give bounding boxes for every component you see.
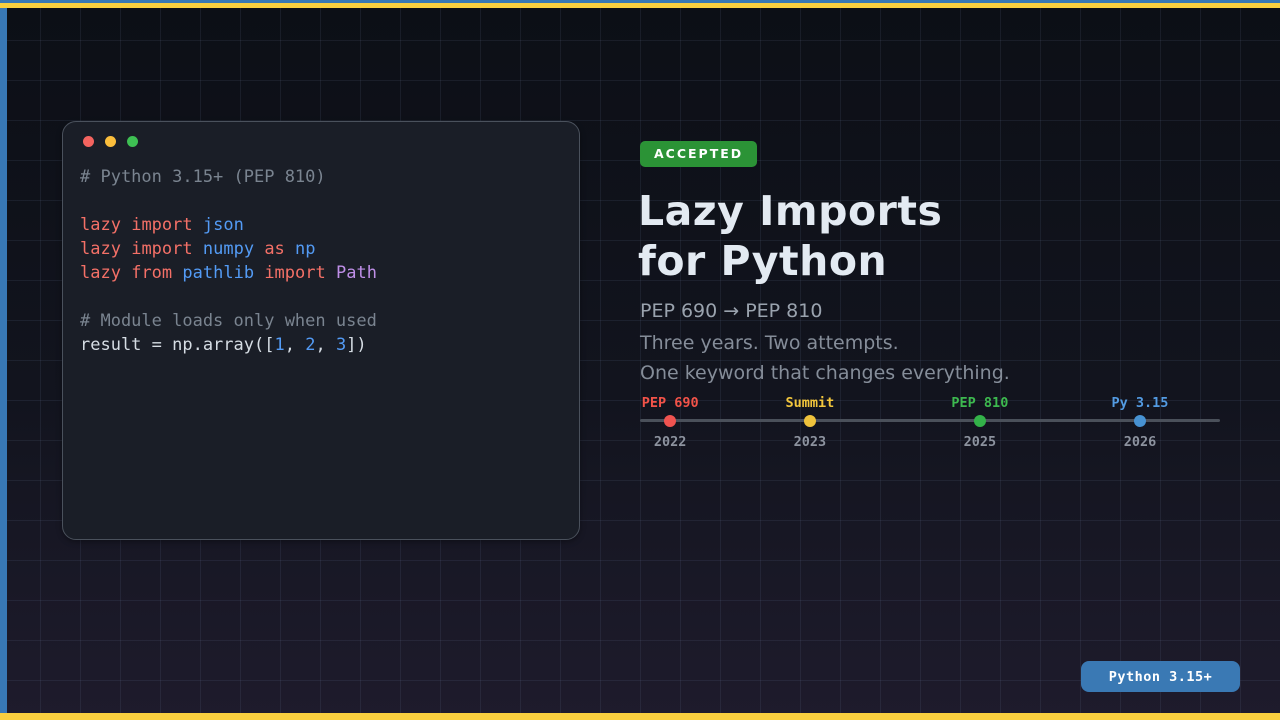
code-token-keyword: import (264, 263, 325, 283)
code-token-keyword: import (131, 239, 192, 259)
timeline: PEP 6902022Summit2023PEP 8102025Py 3.152… (640, 395, 1220, 453)
code-token-plain (254, 263, 264, 283)
timeline-event: PEP 690 2022 (615, 395, 725, 450)
code-token-number: 1 (274, 335, 284, 355)
code-token-module: json (203, 215, 244, 235)
timeline-event-dot-icon (974, 415, 986, 427)
top-edge-yellow-bar (0, 3, 1280, 8)
code-token-module: np (295, 239, 315, 259)
timeline-event: Summit 2023 (755, 395, 865, 450)
code-token-plain: ]) (346, 335, 366, 355)
code-line: # Python 3.15+ (PEP 810) (80, 165, 562, 189)
code-token-plain (326, 263, 336, 283)
code-token-keyword: lazy (80, 239, 121, 259)
pep-subtitle: PEP 690 → PEP 810 (640, 298, 822, 324)
page-title-line2: for Python (638, 236, 942, 286)
timeline-event-label: PEP 810 (925, 395, 1035, 411)
code-token-comment: # Module loads only when used (80, 311, 377, 331)
code-token-plain (193, 239, 203, 259)
timeline-event-year: 2022 (615, 434, 725, 450)
code-line: lazy import numpy as np (80, 237, 562, 261)
timeline-event-year: 2025 (925, 434, 1035, 450)
taglines: Three years. Two attempts. One keyword t… (640, 328, 1010, 388)
code-token-plain: , (285, 335, 305, 355)
code-token-plain (121, 239, 131, 259)
code-token-keyword: as (264, 239, 284, 259)
left-edge-blue-bar (0, 8, 7, 713)
code-token-plain (285, 239, 295, 259)
code-line: lazy import json (80, 213, 562, 237)
code-editor-window: # Python 3.15+ (PEP 810) lazy import jso… (62, 121, 580, 540)
code-token-plain (254, 239, 264, 259)
code-token-keyword: lazy (80, 263, 121, 283)
zoom-window-dot-icon (127, 136, 138, 147)
page-title-line1: Lazy Imports (638, 186, 942, 236)
code-token-module: numpy (203, 239, 254, 259)
code-token-class: Path (336, 263, 377, 283)
timeline-event: PEP 810 2025 (925, 395, 1035, 450)
timeline-event-label: Py 3.15 (1085, 395, 1195, 411)
code-line (80, 189, 562, 213)
timeline-event-year: 2023 (755, 434, 865, 450)
bottom-edge-yellow-bar (0, 713, 1280, 720)
code-token-module: pathlib (182, 263, 254, 283)
close-window-dot-icon (83, 136, 94, 147)
page-title: Lazy Imports for Python (638, 186, 942, 286)
code-token-keyword: lazy (80, 215, 121, 235)
code-token-plain: result = np.array([ (80, 335, 274, 355)
tagline-line2: One keyword that changes everything. (640, 358, 1010, 388)
timeline-event-dot-icon (804, 415, 816, 427)
code-block: # Python 3.15+ (PEP 810) lazy import jso… (80, 165, 562, 357)
tagline-line1: Three years. Two attempts. (640, 328, 1010, 358)
code-line: # Module loads only when used (80, 309, 562, 333)
timeline-event-label: PEP 690 (615, 395, 725, 411)
code-token-plain (121, 263, 131, 283)
code-token-number: 3 (336, 335, 346, 355)
code-token-number: 2 (305, 335, 315, 355)
timeline-event-label: Summit (755, 395, 865, 411)
code-token-comment: # Python 3.15+ (PEP 810) (80, 167, 326, 187)
code-line: result = np.array([1, 2, 3]) (80, 333, 562, 357)
timeline-event-dot-icon (664, 415, 676, 427)
code-token-plain: , (315, 335, 335, 355)
code-token-plain (121, 215, 131, 235)
code-token-plain (172, 263, 182, 283)
code-token-keyword: from (131, 263, 172, 283)
minimize-window-dot-icon (105, 136, 116, 147)
status-badge: ACCEPTED (640, 141, 757, 167)
code-token-keyword: import (131, 215, 192, 235)
code-line: lazy from pathlib import Path (80, 261, 562, 285)
version-badge: Python 3.15+ (1081, 661, 1240, 692)
timeline-event: Py 3.15 2026 (1085, 395, 1195, 450)
timeline-event-dot-icon (1134, 415, 1146, 427)
code-token-plain (193, 215, 203, 235)
timeline-event-year: 2026 (1085, 434, 1195, 450)
traffic-lights (80, 135, 562, 147)
code-line (80, 285, 562, 309)
